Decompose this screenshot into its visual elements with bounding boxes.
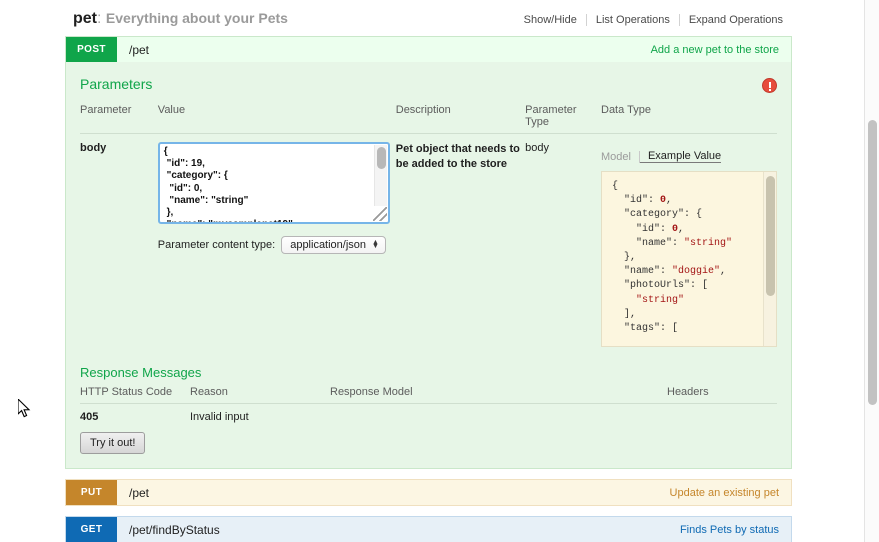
resource-header: pet: Everything about your Pets Show/Hid… <box>65 0 792 36</box>
operation-summary[interactable]: Finds Pets by status <box>680 524 779 536</box>
swagger-ui-page: pet: Everything about your Pets Show/Hid… <box>0 0 879 542</box>
operation-path[interactable]: /pet/findByStatus <box>129 523 220 537</box>
parameters-header: Parameter Value Description Parameter Ty… <box>80 100 777 134</box>
operation-path-row[interactable]: /pet/findByStatus Finds Pets by status <box>117 517 791 542</box>
example-value-code: { "id": 0, "category": { "id": 0, "name"… <box>612 181 733 335</box>
method-badge-put[interactable]: PUT <box>66 480 117 505</box>
expand-operations-link[interactable]: Expand Operations <box>680 14 792 26</box>
try-it-out-button[interactable]: Try it out! <box>80 432 146 454</box>
header-headers: Headers <box>667 386 777 404</box>
content-type-value: application/json <box>290 239 367 251</box>
response-model <box>330 404 667 424</box>
response-status-code: 405 <box>80 411 99 423</box>
header-description: Description <box>395 100 526 134</box>
operation-summary[interactable]: Update an existing pet <box>670 487 779 499</box>
example-value-scrollbar-thumb[interactable] <box>766 176 775 296</box>
header-http-status-code: HTTP Status Code <box>80 386 190 404</box>
response-reason: Invalid input <box>190 411 249 423</box>
operation-summary[interactable]: Add a new pet to the store <box>651 44 779 56</box>
response-headers <box>667 404 777 424</box>
tab-example-value[interactable]: Example Value <box>639 150 722 163</box>
response-messages-table: HTTP Status Code Reason Response Model H… <box>80 386 777 423</box>
response-messages-title: Response Messages <box>80 365 202 380</box>
header-parameter-type: Parameter Type <box>525 100 601 134</box>
header-response-model: Response Model <box>330 386 667 404</box>
tab-model[interactable]: Model <box>601 151 639 163</box>
parameter-row-body: body { "id": 19, "category": { "id": 0, … <box>80 134 777 348</box>
body-textarea-content[interactable]: { "id": 19, "category": { "id": 0, "name… <box>164 146 372 222</box>
resource-options: Show/Hide List Operations Expand Operati… <box>515 14 792 26</box>
resource-description: Everything about your Pets <box>105 10 288 26</box>
body-textarea-scrollbar-thumb[interactable] <box>376 147 386 169</box>
content-type-label: Parameter content type: <box>157 239 276 251</box>
resource-title: pet: Everything about your Pets <box>73 10 288 28</box>
operation-path-row[interactable]: /pet Add a new pet to the store <box>117 37 791 62</box>
parameters-header-row: Parameters <box>80 76 777 100</box>
page-scrollbar-thumb[interactable] <box>868 120 877 405</box>
method-badge-get[interactable]: GET <box>66 517 117 542</box>
example-value-box[interactable]: { "id": 0, "category": { "id": 0, "name"… <box>601 171 777 347</box>
body-textarea-scrollbar[interactable] <box>373 145 387 206</box>
header-parameter: Parameter <box>80 100 158 134</box>
data-type-tabs: Model Example Value <box>601 142 777 163</box>
response-header-row: HTTP Status Code Reason Response Model H… <box>80 386 777 404</box>
operation-path[interactable]: /pet <box>129 486 149 500</box>
example-value-scrollbar[interactable] <box>763 172 776 346</box>
chevron-updown-icon: ▲ ▼ <box>372 239 379 250</box>
operation-path-row[interactable]: /pet Update an existing pet <box>117 480 791 505</box>
header-value: Value <box>157 100 396 134</box>
parameter-value-cell: { "id": 19, "category": { "id": 0, "name… <box>157 134 396 348</box>
parameter-type: body <box>525 142 550 154</box>
parameter-content-type-row: Parameter content type: application/json… <box>158 236 396 254</box>
error-circle-icon[interactable] <box>762 78 777 93</box>
resource-name[interactable]: pet <box>73 10 97 27</box>
mouse-cursor <box>18 399 31 418</box>
operation-post-pet: POST /pet Add a new pet to the store Par… <box>65 36 792 469</box>
list-operations-link[interactable]: List Operations <box>587 14 679 26</box>
operation-path[interactable]: /pet <box>129 43 149 57</box>
header-reason: Reason <box>190 386 330 404</box>
body-textarea[interactable]: { "id": 19, "category": { "id": 0, "name… <box>157 142 390 224</box>
show-hide-link[interactable]: Show/Hide <box>515 14 586 26</box>
operation-heading[interactable]: PUT /pet Update an existing pet <box>66 480 791 505</box>
operation-get-findbystatus[interactable]: GET /pet/findByStatus Finds Pets by stat… <box>65 516 792 542</box>
textarea-resize-grip[interactable] <box>372 207 387 221</box>
parameter-name: body <box>80 142 107 154</box>
resource-separator: : <box>97 10 102 27</box>
operation-put-pet[interactable]: PUT /pet Update an existing pet <box>65 479 792 506</box>
header-data-type: Data Type <box>601 100 777 134</box>
response-row: 405 Invalid input <box>80 404 777 424</box>
content-type-select[interactable]: application/json ▲ ▼ <box>281 236 386 254</box>
data-type-cell: Model Example Value { "id": 0, "category… <box>601 134 777 347</box>
resource-container: pet: Everything about your Pets Show/Hid… <box>65 0 792 542</box>
operation-heading[interactable]: POST /pet Add a new pet to the store <box>66 37 791 62</box>
method-badge-post[interactable]: POST <box>66 37 117 62</box>
parameter-description: Pet object that needs to be added to the… <box>395 143 520 170</box>
parameters-title: Parameters <box>80 76 153 92</box>
operation-body: Parameters Parameter Value Description P… <box>66 62 791 468</box>
parameters-table: Parameter Value Description Parameter Ty… <box>80 100 777 347</box>
page-scrollbar[interactable] <box>864 0 879 542</box>
operation-heading[interactable]: GET /pet/findByStatus Finds Pets by stat… <box>66 517 791 542</box>
